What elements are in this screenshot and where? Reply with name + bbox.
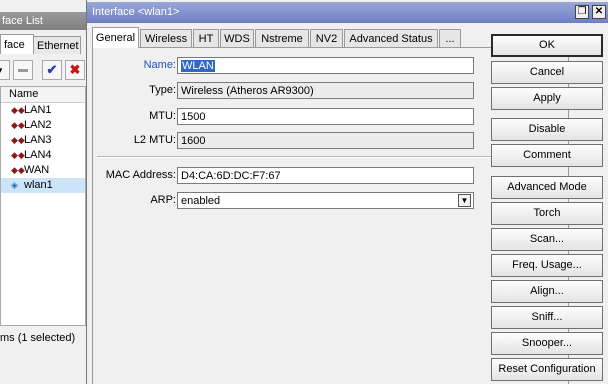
minus-icon xyxy=(18,68,28,72)
tab-general[interactable]: General xyxy=(92,27,139,48)
type-field: Wireless (Atheros AR9300) xyxy=(177,82,474,99)
remove-button[interactable] xyxy=(13,60,33,80)
status-bar: ms (1 selected) xyxy=(0,328,86,348)
apply-button[interactable]: Apply xyxy=(491,87,603,110)
tab-more[interactable]: ... xyxy=(439,29,461,47)
check-icon: ✔ xyxy=(46,62,58,77)
name-value: WLAN xyxy=(181,60,215,72)
interface-table: Name ◆◆LAN1 ◆◆LAN2 ◆◆LAN3 ◆◆LAN4 ◆◆WAN ◈… xyxy=(0,86,86,326)
close-icon: ✕ xyxy=(594,6,604,17)
tab-nstreme[interactable]: Nstreme xyxy=(255,29,309,47)
type-label: Type: xyxy=(149,84,176,96)
interface-list-toolbar: ▼ ✔ ✖ xyxy=(0,57,92,83)
snooper-button[interactable]: Snooper... xyxy=(491,332,603,355)
dropdown-button[interactable]: ▼ xyxy=(0,60,10,80)
restore-button[interactable]: ❐ xyxy=(575,5,589,19)
advanced-mode-button[interactable]: Advanced Mode xyxy=(491,176,603,199)
dropdown-arrow-icon[interactable]: ▼ xyxy=(458,194,471,207)
disable-button[interactable]: Disable xyxy=(491,118,603,141)
tab-wds[interactable]: WDS xyxy=(220,29,254,47)
table-row-selected[interactable]: ◈ wlan1 xyxy=(1,178,85,193)
row-name: WAN xyxy=(24,164,50,176)
tab-ht[interactable]: HT xyxy=(193,29,219,47)
tab-advanced-status[interactable]: Advanced Status xyxy=(344,29,438,47)
arp-label: ARP: xyxy=(150,194,176,206)
row-name: LAN1 xyxy=(24,104,52,116)
mac-label: MAC Address: xyxy=(105,169,176,181)
interface-dialog: Interface <wlan1> ❐ ✕ General Wireless H… xyxy=(86,0,608,384)
l2mtu-field: 1600 xyxy=(177,132,474,149)
ethernet-port-icon: ◆◆ xyxy=(11,135,25,145)
name-label: Name: xyxy=(143,59,176,71)
torch-button[interactable]: Torch xyxy=(491,202,603,225)
wireless-icon: ◈ xyxy=(11,180,18,190)
row-name: LAN3 xyxy=(24,134,52,146)
disable-button[interactable]: ✖ xyxy=(65,60,85,80)
reset-configuration-button[interactable]: Reset Configuration xyxy=(491,358,603,381)
mtu-field[interactable]: 1500 xyxy=(177,108,474,125)
column-header-name[interactable]: Name xyxy=(1,87,85,103)
dialog-title: Interface <wlan1> xyxy=(92,6,180,18)
ethernet-port-icon: ◆◆ xyxy=(11,120,25,130)
ethernet-port-icon: ◆◆ xyxy=(11,105,25,115)
tab-ethernet[interactable]: Ethernet xyxy=(33,36,81,54)
row-name: wlan1 xyxy=(24,179,53,191)
scan-button[interactable]: Scan... xyxy=(491,228,603,251)
enable-button[interactable]: ✔ xyxy=(42,60,62,80)
ethernet-port-icon: ◆◆ xyxy=(11,150,25,160)
table-row[interactable]: ◆◆LAN2 xyxy=(1,118,85,133)
mtu-label: MTU: xyxy=(149,110,176,122)
ok-button[interactable]: OK xyxy=(491,34,603,57)
l2mtu-label: L2 MTU: xyxy=(133,134,176,146)
interface-list-tabs: face Ethernet xyxy=(0,34,92,54)
tab-nv2[interactable]: NV2 xyxy=(310,29,343,47)
close-button[interactable]: ✕ xyxy=(592,5,606,19)
row-name: LAN4 xyxy=(24,149,52,161)
table-row[interactable]: ◆◆WAN xyxy=(1,163,85,178)
row-name: LAN2 xyxy=(24,119,52,131)
cancel-button[interactable]: Cancel xyxy=(491,61,603,84)
tab-interface[interactable]: face xyxy=(0,34,34,54)
table-row[interactable]: ◆◆LAN4 xyxy=(1,148,85,163)
align-button[interactable]: Align... xyxy=(491,280,603,303)
ethernet-port-icon: ◆◆ xyxy=(11,165,25,175)
cross-icon: ✖ xyxy=(69,62,81,77)
chevron-down-icon: ▼ xyxy=(0,66,4,75)
interface-list-title: face List xyxy=(0,12,92,30)
dialog-title-bar: Interface <wlan1> ❐ ✕ xyxy=(87,2,608,23)
sniff-button[interactable]: Sniff... xyxy=(491,306,603,329)
name-field[interactable]: WLAN xyxy=(177,57,474,74)
tab-wireless[interactable]: Wireless xyxy=(140,29,192,47)
comment-button[interactable]: Comment xyxy=(491,144,603,167)
interface-list-window: face List face Ethernet ▼ ✔ ✖ Name ◆◆LAN… xyxy=(0,0,93,384)
table-row[interactable]: ◆◆LAN3 xyxy=(1,133,85,148)
mac-address-field[interactable]: D4:CA:6D:DC:F7:67 xyxy=(177,167,474,184)
freq-usage-button[interactable]: Freq. Usage... xyxy=(491,254,603,277)
table-row[interactable]: ◆◆LAN1 xyxy=(1,103,85,118)
arp-select[interactable]: enabled ▼ xyxy=(177,192,474,209)
arp-value: enabled xyxy=(181,195,221,207)
restore-icon: ❐ xyxy=(577,6,587,17)
